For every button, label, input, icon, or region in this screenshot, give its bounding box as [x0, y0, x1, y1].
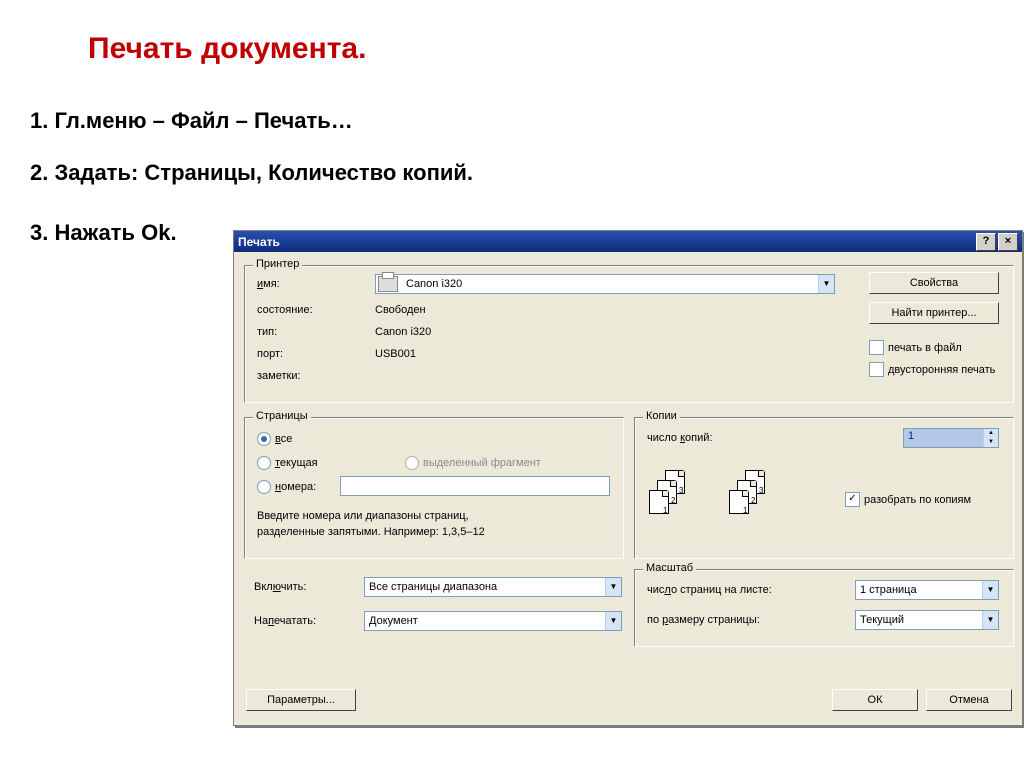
pages-selection-radio: выделенный фрагмент — [405, 456, 541, 470]
include-label: Включить: — [254, 581, 306, 593]
step-3: 3. Нажать Ok. — [30, 220, 177, 246]
printer-type-value: Canon i320 — [375, 326, 431, 338]
printer-icon — [378, 276, 398, 292]
printer-port-value: USB001 — [375, 348, 416, 360]
copies-count-input[interactable]: 1▲▼ — [903, 428, 999, 448]
pages-numbers-radio[interactable]: номера: — [257, 480, 316, 494]
pages-all-radio[interactable]: все — [257, 432, 292, 446]
copies-count-label: число копий: — [647, 432, 712, 444]
printer-notes-label: заметки: — [257, 370, 301, 382]
chevron-down-icon: ▼ — [818, 275, 834, 293]
chevron-down-icon: ▼ — [605, 612, 621, 630]
dialog-titlebar[interactable]: Печать ? × — [234, 231, 1022, 252]
step-1: 1. Гл.меню – Файл – Печать… — [30, 108, 353, 134]
properties-button[interactable]: Свойства — [869, 272, 999, 294]
chevron-down-icon: ▼ — [982, 581, 998, 599]
fit-to-page-select[interactable]: Текущий▼ — [855, 610, 999, 630]
printer-name-select[interactable]: Canon i320▼ — [375, 274, 835, 294]
spin-down-icon[interactable]: ▼ — [983, 438, 998, 447]
pages-hint-2: разделенные запятыми. Например: 1,3,5–12 — [257, 526, 485, 538]
collate-checkbox[interactable]: ✓разобрать по копиям — [845, 492, 971, 507]
print-what-label: Напечатать: — [254, 615, 316, 627]
scale-legend: Масштаб — [643, 562, 696, 574]
print-to-file-checkbox[interactable]: печать в файл — [869, 340, 962, 355]
printer-status-label: состояние: — [257, 304, 313, 316]
printer-status-value: Свободен — [375, 304, 426, 316]
printer-port-label: порт: — [257, 348, 283, 360]
include-select[interactable]: Все страницы диапазона▼ — [364, 577, 622, 597]
cancel-button[interactable]: Отмена — [926, 689, 1012, 711]
pages-group: Страницы все текущая выделенный фрагмент… — [244, 417, 624, 559]
close-button[interactable]: × — [998, 233, 1018, 251]
pages-legend: Страницы — [253, 410, 311, 422]
pages-numbers-input[interactable] — [340, 476, 610, 496]
pages-current-radio[interactable]: текущая — [257, 456, 318, 470]
print-dialog: Печать ? × Принтер имя: Canon i320▼ Свой… — [233, 230, 1023, 726]
fit-to-page-label: по размеру страницы: — [647, 614, 760, 626]
printer-legend: Принтер — [253, 258, 302, 270]
printer-type-label: тип: — [257, 326, 277, 338]
find-printer-button[interactable]: Найти принтер... — [869, 302, 999, 324]
copies-group: Копии число копий: 1▲▼ 3 2 1 3 2 1 ✓разо… — [634, 417, 1014, 559]
print-what-select[interactable]: Документ▼ — [364, 611, 622, 631]
pages-per-sheet-label: число страниц на листе: — [647, 584, 772, 596]
printer-group: Принтер имя: Canon i320▼ Свойства Найти … — [244, 265, 1014, 403]
params-button[interactable]: Параметры... — [246, 689, 356, 711]
dialog-title: Печать — [238, 235, 280, 249]
step-2: 2. Задать: Страницы, Количество копий. — [30, 160, 473, 186]
scale-group: Масштаб число страниц на листе: 1 страни… — [634, 569, 1014, 647]
copies-legend: Копии — [643, 410, 680, 422]
page-title: Печать документа. — [88, 32, 366, 66]
chevron-down-icon: ▼ — [605, 578, 621, 596]
pages-hint-1: Введите номера или диапазоны страниц, — [257, 510, 469, 522]
printer-name-label: имя: — [257, 278, 280, 290]
ok-button[interactable]: ОК — [832, 689, 918, 711]
duplex-checkbox[interactable]: двусторонняя печать — [869, 362, 995, 377]
pages-per-sheet-select[interactable]: 1 страница▼ — [855, 580, 999, 600]
help-button[interactable]: ? — [976, 233, 996, 251]
chevron-down-icon: ▼ — [982, 611, 998, 629]
spin-up-icon[interactable]: ▲ — [983, 429, 998, 438]
